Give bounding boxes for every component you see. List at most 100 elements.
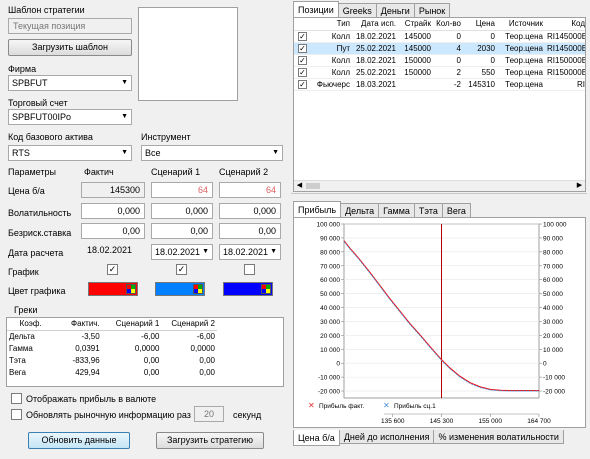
positions-hscrollbar[interactable]: ◀ ▶ (294, 180, 585, 191)
profit-chart: 100 000 100 000 90 000 90 000 80 000 80 000 70… (308, 222, 567, 426)
positions-col-source[interactable]: Источник (497, 18, 545, 30)
tab-greeks[interactable]: Greeks (337, 3, 377, 17)
refresh-checkbox[interactable] (11, 409, 22, 420)
firm-label: Фирма (8, 64, 37, 74)
price-s1[interactable]: 64 (151, 182, 213, 198)
refresh-interval-input[interactable]: 20 (194, 406, 224, 422)
volatility-s1[interactable]: 0,000 (151, 203, 213, 219)
greeks-cell: 0,00 (199, 367, 215, 377)
position-cell: RI150000B (547, 55, 586, 65)
load-strategy-button[interactable]: Загрузить стратегию (156, 432, 264, 449)
greeks-title: Греки (14, 305, 38, 315)
y-tick-label: 100 000 (317, 222, 341, 229)
greeks-row: Тэта -833,96 0,00 0,00 (7, 354, 217, 366)
tab-days-to-expiry[interactable]: Дней до исполнения (338, 430, 435, 444)
y-tick-label-right: 80 000 (543, 249, 563, 256)
tab-theta[interactable]: Тэта (413, 203, 443, 217)
positions-col-code[interactable]: Код (545, 18, 585, 30)
position-cell: 150000 (404, 55, 431, 65)
color-fact-swatch[interactable] (88, 282, 138, 296)
tab-profit[interactable]: Прибыль (293, 201, 342, 217)
y-tick-label: 30 000 (320, 319, 340, 326)
firm-select[interactable]: SPBFUT ▼ (8, 75, 132, 91)
splitter[interactable] (291, 193, 587, 196)
y-tick-label: 40 000 (320, 305, 340, 312)
tab-delta[interactable]: Дельта (340, 203, 380, 217)
tab-price-ba[interactable]: Цена б/а (293, 430, 340, 446)
rate-s2[interactable]: 0,00 (219, 223, 281, 239)
color-s2-swatch[interactable] (223, 282, 273, 296)
chevron-down-icon: ▼ (202, 248, 209, 255)
y-tick-label: 10 000 (320, 347, 340, 354)
position-checkbox-cell[interactable]: ✓ (294, 66, 308, 78)
calc-date-fact: 18.02.2021 (87, 245, 133, 255)
calc-date-s2[interactable]: 18.02.2021 ▼ (219, 244, 281, 260)
position-cell: 25.02.2021 (355, 43, 396, 53)
color-s1-swatch[interactable] (155, 282, 205, 296)
tab-market[interactable]: Рынок (413, 3, 451, 17)
greeks-table: Коэф. Фактич. Сценарий 1 Сценарий 2 Дель… (6, 317, 284, 387)
positions-col-date[interactable]: Дата исп. (352, 18, 398, 30)
instrument-label: Инструмент (141, 132, 191, 142)
price-fact: 145300 (81, 182, 145, 198)
volatility-s2[interactable]: 0,000 (219, 203, 281, 219)
template-field[interactable]: Текущая позиция (8, 18, 132, 34)
tab-positions[interactable]: Позиции (293, 1, 339, 17)
rate-s1[interactable]: 0,00 (151, 223, 213, 239)
update-data-button[interactable]: Обновить данные (28, 432, 130, 449)
legend-marker-s1: ✕ (383, 401, 390, 410)
position-cell: Теор.цена (505, 79, 543, 89)
position-checkbox[interactable]: ✓ (298, 43, 307, 53)
scroll-left-icon[interactable]: ◀ (295, 182, 304, 190)
y-tick-label: 80 000 (320, 249, 340, 256)
scroll-right-icon[interactable]: ▶ (575, 182, 584, 190)
position-cell: 18.02.2021 (355, 31, 396, 41)
position-checkbox-cell[interactable]: ✓ (294, 54, 308, 66)
chart-s1-checkbox[interactable]: ✓ (176, 264, 187, 275)
scroll-thumb[interactable] (306, 183, 320, 189)
account-select[interactable]: SPBFUT00IPo ▼ (8, 109, 132, 125)
positions-col-price[interactable]: Цена (463, 18, 497, 30)
y-tick-label-right: 70 000 (543, 263, 563, 270)
positions-col-type[interactable]: Тип (308, 18, 352, 30)
greeks-cell: -6,00 (141, 331, 160, 341)
position-checkbox[interactable]: ✓ (298, 67, 307, 77)
position-cell: Колл (331, 31, 350, 41)
positions-col-strike[interactable]: Страйк (398, 18, 433, 30)
position-cell: Колл (331, 55, 350, 65)
tab-vega[interactable]: Вега (441, 203, 471, 217)
load-template-button[interactable]: Загрузить шаблон (8, 39, 132, 56)
volatility-fact[interactable]: 0,000 (81, 203, 145, 219)
instrument-select[interactable]: Все ▼ (141, 145, 283, 161)
position-row[interactable]: ✓ Колл 25.02.2021 150000 2 550 Теор.цена RI1500… (294, 66, 585, 78)
position-row[interactable]: ✓ Колл 18.02.2021 150000 0 0 Теор.цена RI150000… (294, 54, 586, 66)
greeks-cell: -3,50 (81, 331, 100, 341)
positions-col-qty[interactable]: Кол-во (433, 18, 463, 30)
profit-currency-label: Отображать прибыль в валюте (26, 394, 157, 404)
position-checkbox[interactable]: ✓ (298, 79, 307, 89)
chart-fact-checkbox[interactable]: ✓ (107, 264, 118, 275)
y-tick-label-right: 100 000 (543, 222, 567, 229)
chart-s2-checkbox[interactable] (244, 264, 255, 275)
rate-fact[interactable]: 0,00 (81, 223, 145, 239)
position-row[interactable]: ✓ Фьючерс 18.03.2021 -2 145310 Теор.цена RI (294, 78, 585, 90)
position-checkbox-cell[interactable]: ✓ (294, 42, 308, 54)
y-tick-label: 70 000 (320, 263, 340, 270)
y-tick-label: 60 000 (320, 277, 340, 284)
position-checkbox-cell[interactable]: ✓ (294, 30, 308, 42)
greeks-cell: -833,96 (72, 355, 100, 365)
position-checkbox-cell[interactable]: ✓ (294, 78, 308, 90)
position-checkbox[interactable]: ✓ (298, 55, 307, 65)
position-row[interactable]: ✓ Колл 18.02.2021 145000 0 0 Теор.цена RI145000… (294, 30, 585, 42)
price-s2[interactable]: 64 (219, 182, 281, 198)
profit-currency-checkbox[interactable] (11, 393, 22, 404)
calc-date-s1[interactable]: 18.02.2021 ▼ (151, 244, 213, 260)
base-asset-select[interactable]: RTS ▼ (8, 145, 132, 161)
position-checkbox[interactable]: ✓ (298, 31, 307, 41)
tab-vol-change[interactable]: % изменения волатильности (433, 430, 564, 444)
tab-money[interactable]: Деньги (375, 3, 415, 17)
base-asset-label: Код базового актива (8, 132, 93, 142)
tab-gamma[interactable]: Гамма (378, 203, 415, 217)
greeks-row: Гамма 0,0391 0,0000 0,0000 (7, 342, 217, 354)
position-row[interactable]: ✓ Пут 25.02.2021 145000 4 2030 Теор.цена RI1450… (294, 42, 585, 54)
